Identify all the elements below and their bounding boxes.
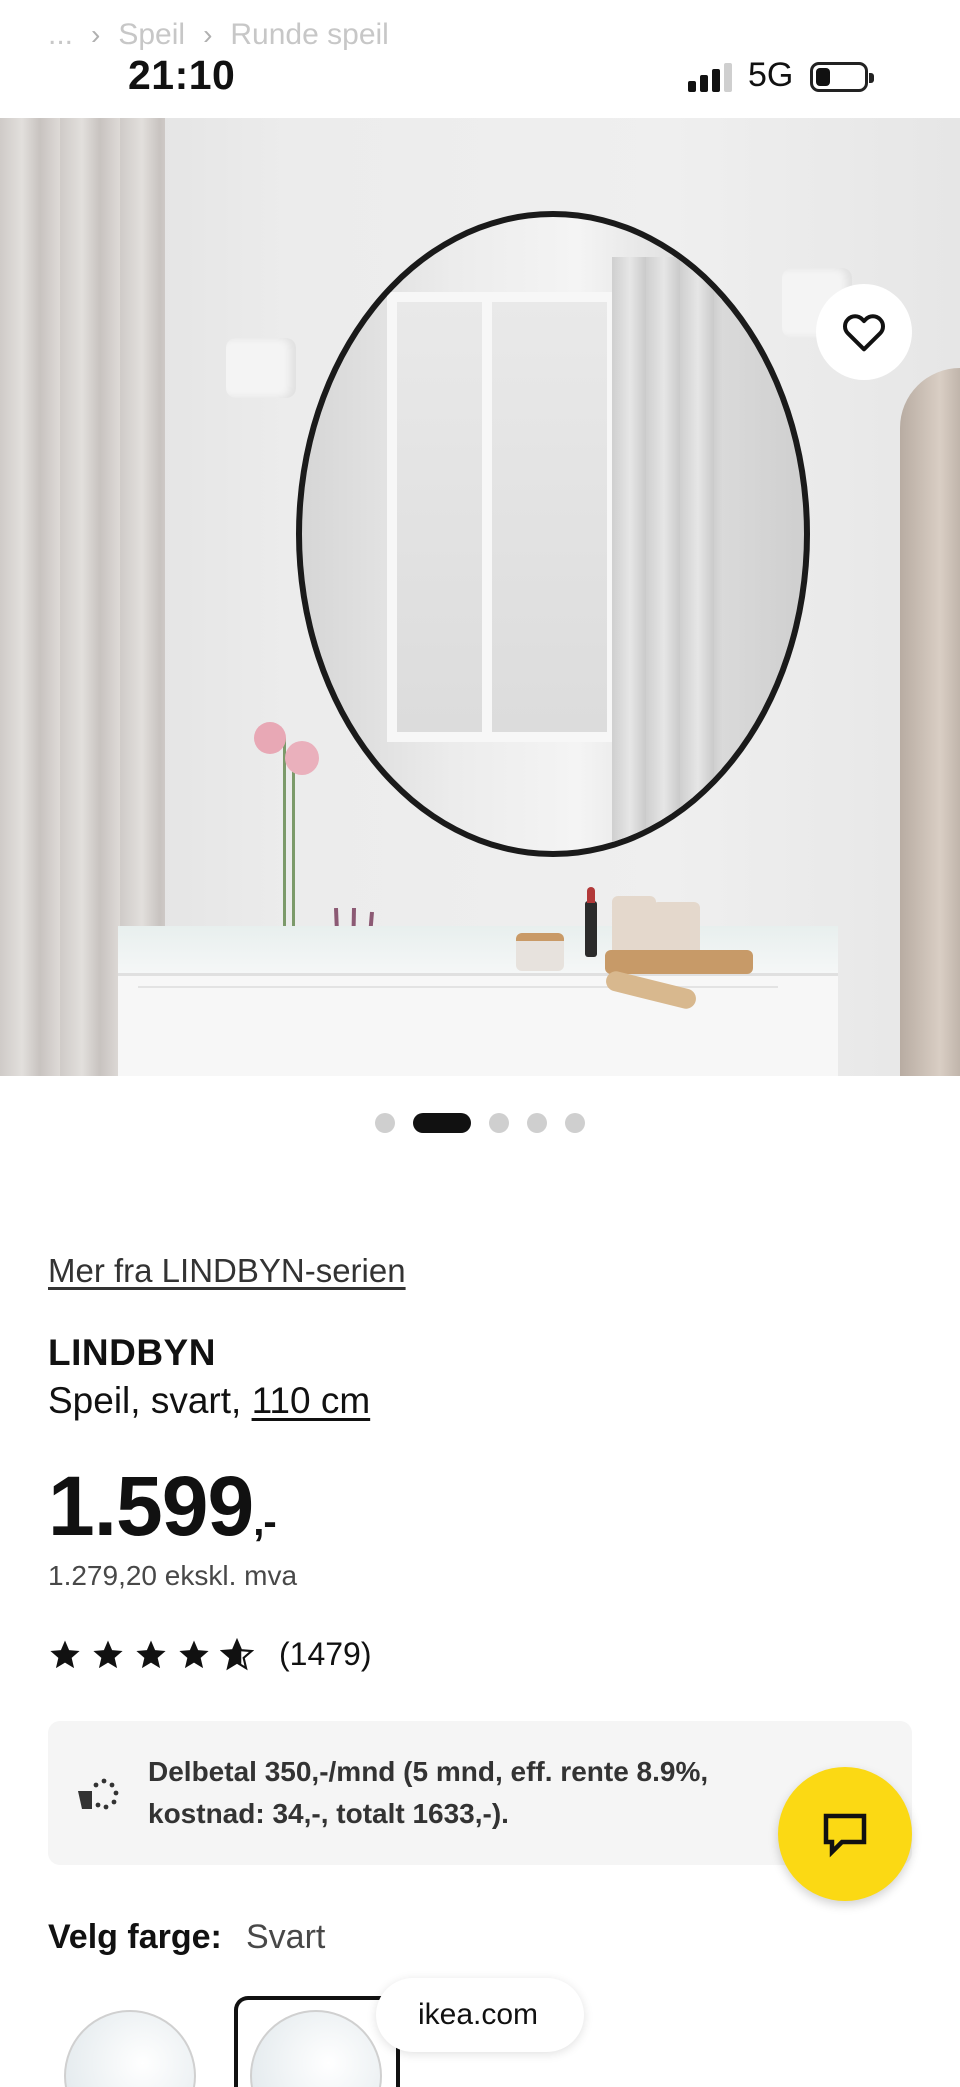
status-time: 21:10 [128,52,236,98]
pagination-dot[interactable] [565,1113,585,1133]
breadcrumb-item-runde-speil[interactable]: Runde speil [230,18,388,52]
rating-count[interactable]: (1479) [279,1636,372,1673]
pagination-dot-active[interactable] [413,1113,471,1133]
breadcrumb-item-speil[interactable]: Speil [118,18,185,52]
description-text: Speil, svart, [48,1380,252,1421]
pagination-dot[interactable] [489,1113,509,1133]
product-rating[interactable]: (1479) [48,1636,372,1673]
product-price: 1.599,- [48,1458,277,1555]
domain-text: ikea.com [418,1998,539,2031]
product-image[interactable] [0,118,960,1076]
round-mirror [296,211,810,857]
series-link[interactable]: Mer fra LINDBYN-serien [48,1252,406,1290]
financing-text: Delbetal 350,-/mnd (5 mnd, eff. rente 8.… [148,1756,709,1829]
price-suffix: ,- [253,1500,276,1544]
signal-icon [688,62,732,92]
pagination-dot[interactable] [375,1113,395,1133]
status-bar: ... › Speil › Runde speil 21:10 5G [0,0,960,118]
product-description: Speil, svart, 110 cm [48,1380,370,1422]
breadcrumb: ... › Speil › Runde speil [48,18,389,52]
heart-icon [843,314,885,352]
pagination-dot[interactable] [527,1113,547,1133]
installment-icon [48,1773,148,1813]
price-value: 1.599 [48,1459,254,1553]
robe [900,368,960,1076]
battery-icon [810,62,874,92]
color-value: Svart [246,1918,326,1956]
star-icon [50,1640,80,1668]
roses [254,722,319,775]
chat-icon [823,1813,867,1858]
chevron-right-icon: › [203,19,213,50]
jar [652,902,700,956]
color-swatch[interactable] [64,2010,196,2087]
color-label: Velg farge: [48,1918,222,1956]
chat-button[interactable] [778,1767,912,1901]
jar [612,896,656,956]
network-type: 5G [748,56,794,94]
dressing-table [118,926,838,1076]
star-icon [179,1640,209,1668]
wooden-tray [605,950,753,974]
favorite-button[interactable] [816,284,912,380]
star-icon [136,1640,166,1668]
chevron-right-icon: › [91,19,101,50]
star-icon [93,1640,123,1668]
star-half-icon [220,1637,254,1670]
size-link[interactable]: 110 cm [252,1380,371,1421]
wall-lamp-left [226,338,296,398]
price-excl-vat: 1.279,20 ekskl. mva [48,1560,298,1591]
image-pagination[interactable] [0,1113,960,1133]
breadcrumb-ellipsis[interactable]: ... [48,18,73,52]
browser-url-pill[interactable]: ikea.com [376,1978,584,2052]
lipstick [585,887,597,957]
product-name: LINDBYN [48,1332,216,1373]
jar-small [516,933,564,971]
